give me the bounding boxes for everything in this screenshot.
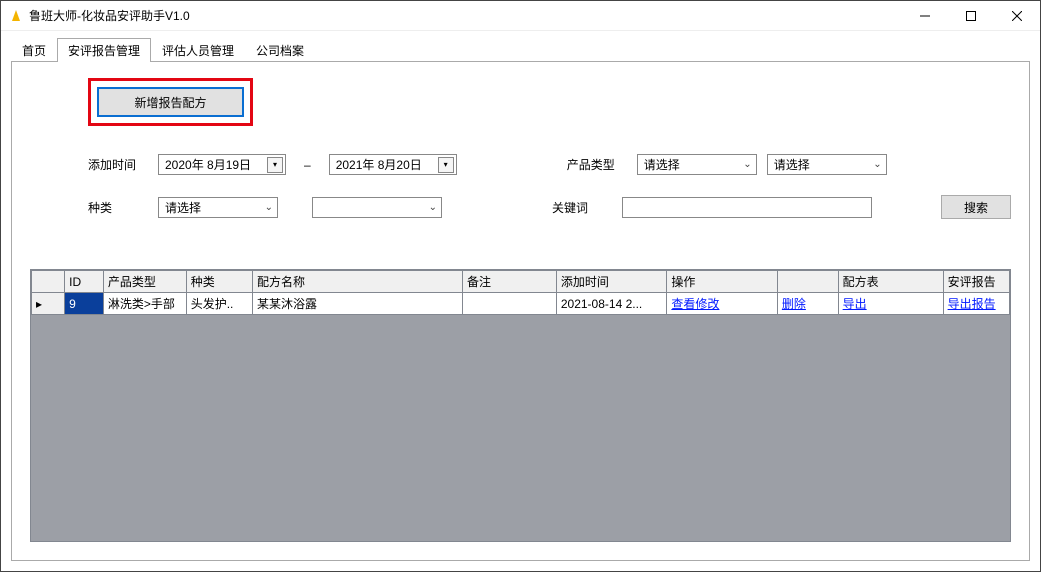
grid: ID 产品类型 种类 配方名称 备注 添加时间 操作 配方表 安评报告 ▸ 9 xyxy=(30,269,1011,542)
date-to-picker[interactable]: 2021年 8月20日 ▾ xyxy=(329,154,457,175)
col-product-type[interactable]: 产品类型 xyxy=(103,271,186,293)
calendar-icon[interactable]: ▾ xyxy=(267,157,283,173)
grid-header-row: ID 产品类型 种类 配方名称 备注 添加时间 操作 配方表 安评报告 xyxy=(32,271,1010,293)
tab-company-archive[interactable]: 公司档案 xyxy=(245,38,315,62)
window-title: 鲁班大师-化妆品安评助手V1.0 xyxy=(29,7,190,24)
tab-report-manage[interactable]: 安评报告管理 xyxy=(57,38,151,62)
filter-row-1: 添加时间 2020年 8月19日 ▾ – 2021年 8月20日 ▾ 产品类型 … xyxy=(88,154,1011,175)
maximize-button[interactable] xyxy=(948,1,994,31)
date-from-value: 2020年 8月19日 xyxy=(165,156,251,173)
chevron-down-icon: ⌄ xyxy=(873,159,883,170)
col-recipe-name[interactable]: 配方名称 xyxy=(252,271,462,293)
product-subtype-select[interactable]: 请选择 ⌄ xyxy=(767,154,887,175)
link-export-report[interactable]: 导出报告 xyxy=(943,293,1009,315)
col-add-time[interactable]: 添加时间 xyxy=(556,271,667,293)
date-from-picker[interactable]: 2020年 8月19日 ▾ xyxy=(158,154,286,175)
cell-id: 9 xyxy=(65,293,104,315)
chevron-down-icon: ⌄ xyxy=(429,202,439,213)
calendar-icon[interactable]: ▾ xyxy=(438,157,454,173)
col-operate[interactable]: 操作 xyxy=(667,271,778,293)
app-icon xyxy=(9,9,23,23)
close-button[interactable] xyxy=(994,1,1040,31)
tab-home[interactable]: 首页 xyxy=(11,38,57,62)
col-remark[interactable]: 备注 xyxy=(462,271,556,293)
keyword-input[interactable] xyxy=(622,197,872,218)
titlebar: 鲁班大师-化妆品安评助手V1.0 xyxy=(1,1,1040,31)
col-rowheader xyxy=(32,271,65,293)
col-delete[interactable] xyxy=(777,271,838,293)
product-type-select[interactable]: 请选择 ⌄ xyxy=(637,154,757,175)
app-window: 鲁班大师-化妆品安评助手V1.0 首页 安评报告管理 评估人员管理 公司档案 新… xyxy=(0,0,1041,572)
cell-product-type: 淋洗类>手部 xyxy=(103,293,186,315)
cell-recipe-name: 某某沐浴露 xyxy=(252,293,462,315)
kind-value: 请选择 xyxy=(165,199,201,216)
chevron-down-icon: ⌄ xyxy=(743,159,753,170)
client-area: 首页 安评报告管理 评估人员管理 公司档案 新增报告配方 添加时间 2020年 … xyxy=(1,31,1040,571)
product-type-value: 请选择 xyxy=(644,156,680,173)
tab-strip: 首页 安评报告管理 评估人员管理 公司档案 xyxy=(11,39,1030,61)
link-view-edit[interactable]: 查看修改 xyxy=(667,293,778,315)
search-button[interactable]: 搜索 xyxy=(941,195,1011,219)
filters: 添加时间 2020年 8月19日 ▾ – 2021年 8月20日 ▾ 产品类型 … xyxy=(88,154,1011,219)
col-recipe-table[interactable]: 配方表 xyxy=(838,271,943,293)
tab-content: 新增报告配方 添加时间 2020年 8月19日 ▾ – 2021年 8月20日 … xyxy=(11,61,1030,561)
cell-add-time: 2021-08-14 2... xyxy=(556,293,667,315)
link-delete[interactable]: 删除 xyxy=(777,293,838,315)
col-report[interactable]: 安评报告 xyxy=(943,271,1009,293)
filter-row-2: 种类 请选择 ⌄ ⌄ 关键词 搜索 xyxy=(88,195,1011,219)
date-to-value: 2021年 8月20日 xyxy=(336,156,422,173)
kind-select[interactable]: 请选择 ⌄ xyxy=(158,197,278,218)
chevron-down-icon: ⌄ xyxy=(265,202,275,213)
label-add-time: 添加时间 xyxy=(88,156,148,173)
highlight-box: 新增报告配方 xyxy=(88,78,253,126)
date-separator: – xyxy=(296,158,319,172)
tab-evaluator-manage[interactable]: 评估人员管理 xyxy=(151,38,245,62)
new-report-button[interactable]: 新增报告配方 xyxy=(97,87,244,117)
col-id[interactable]: ID xyxy=(65,271,104,293)
kind-sub-select[interactable]: ⌄ xyxy=(312,197,442,218)
cell-kind: 头发护.. xyxy=(186,293,252,315)
table-row[interactable]: ▸ 9 淋洗类>手部 头发护.. 某某沐浴露 2021-08-14 2... 查… xyxy=(32,293,1010,315)
cell-remark xyxy=(462,293,556,315)
label-product-type: 产品类型 xyxy=(567,156,627,173)
row-indicator: ▸ xyxy=(32,293,65,315)
col-kind[interactable]: 种类 xyxy=(186,271,252,293)
label-keyword: 关键词 xyxy=(552,199,612,216)
minimize-button[interactable] xyxy=(902,1,948,31)
product-subtype-value: 请选择 xyxy=(774,156,810,173)
label-kind: 种类 xyxy=(88,199,148,216)
link-export-recipe[interactable]: 导出 xyxy=(838,293,943,315)
